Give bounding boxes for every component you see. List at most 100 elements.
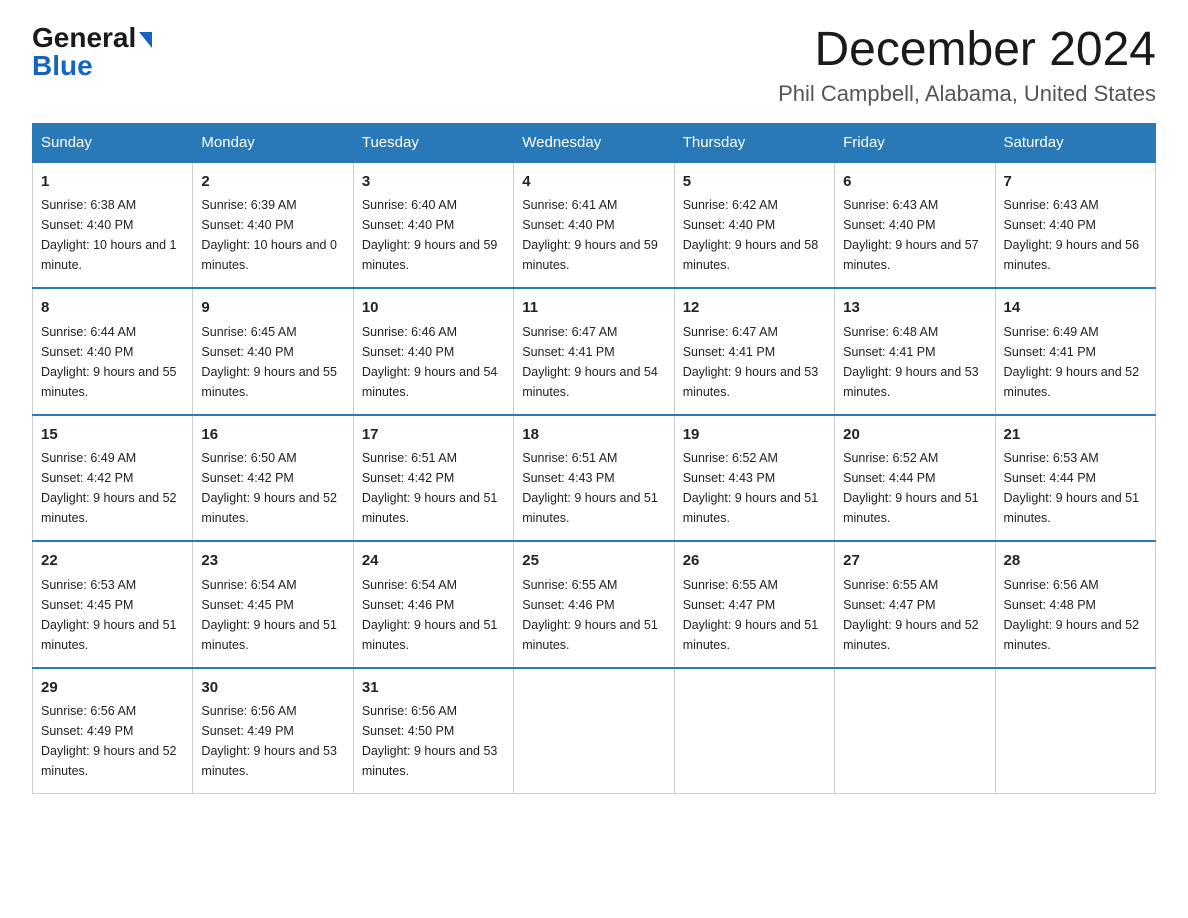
- week-row-5: 29 Sunrise: 6:56 AMSunset: 4:49 PMDaylig…: [33, 668, 1156, 794]
- header-tuesday: Tuesday: [353, 123, 513, 162]
- day-number: 31: [362, 677, 505, 700]
- logo-arrow-icon: [139, 32, 152, 48]
- day-number: 14: [1004, 297, 1147, 320]
- day-number: 4: [522, 171, 665, 194]
- day-info: Sunrise: 6:43 AMSunset: 4:40 PMDaylight:…: [1004, 195, 1147, 275]
- calendar-header-row: Sunday Monday Tuesday Wednesday Thursday…: [33, 123, 1156, 162]
- week-row-2: 8 Sunrise: 6:44 AMSunset: 4:40 PMDayligh…: [33, 288, 1156, 415]
- day-number: 11: [522, 297, 665, 320]
- day-cell: 7 Sunrise: 6:43 AMSunset: 4:40 PMDayligh…: [995, 162, 1155, 289]
- day-cell: 4 Sunrise: 6:41 AMSunset: 4:40 PMDayligh…: [514, 162, 674, 289]
- day-number: 23: [201, 550, 344, 573]
- day-info: Sunrise: 6:55 AMSunset: 4:46 PMDaylight:…: [522, 575, 665, 655]
- day-cell: 23 Sunrise: 6:54 AMSunset: 4:45 PMDaylig…: [193, 541, 353, 668]
- day-info: Sunrise: 6:47 AMSunset: 4:41 PMDaylight:…: [522, 322, 665, 402]
- day-info: Sunrise: 6:45 AMSunset: 4:40 PMDaylight:…: [201, 322, 344, 402]
- day-cell: 19 Sunrise: 6:52 AMSunset: 4:43 PMDaylig…: [674, 415, 834, 542]
- day-info: Sunrise: 6:51 AMSunset: 4:43 PMDaylight:…: [522, 448, 665, 528]
- day-info: Sunrise: 6:56 AMSunset: 4:50 PMDaylight:…: [362, 701, 505, 781]
- day-number: 3: [362, 171, 505, 194]
- day-number: 26: [683, 550, 826, 573]
- day-cell: 24 Sunrise: 6:54 AMSunset: 4:46 PMDaylig…: [353, 541, 513, 668]
- day-info: Sunrise: 6:54 AMSunset: 4:45 PMDaylight:…: [201, 575, 344, 655]
- day-number: 30: [201, 677, 344, 700]
- page-header: General Blue December 2024 Phil Campbell…: [32, 24, 1156, 107]
- day-cell: 20 Sunrise: 6:52 AMSunset: 4:44 PMDaylig…: [835, 415, 995, 542]
- day-info: Sunrise: 6:47 AMSunset: 4:41 PMDaylight:…: [683, 322, 826, 402]
- day-info: Sunrise: 6:40 AMSunset: 4:40 PMDaylight:…: [362, 195, 505, 275]
- day-cell: 26 Sunrise: 6:55 AMSunset: 4:47 PMDaylig…: [674, 541, 834, 668]
- day-info: Sunrise: 6:56 AMSunset: 4:49 PMDaylight:…: [41, 701, 184, 781]
- day-cell: [835, 668, 995, 794]
- day-cell: 9 Sunrise: 6:45 AMSunset: 4:40 PMDayligh…: [193, 288, 353, 415]
- day-cell: 29 Sunrise: 6:56 AMSunset: 4:49 PMDaylig…: [33, 668, 193, 794]
- day-number: 5: [683, 171, 826, 194]
- calendar-table: Sunday Monday Tuesday Wednesday Thursday…: [32, 123, 1156, 795]
- day-info: Sunrise: 6:50 AMSunset: 4:42 PMDaylight:…: [201, 448, 344, 528]
- day-cell: 11 Sunrise: 6:47 AMSunset: 4:41 PMDaylig…: [514, 288, 674, 415]
- day-number: 6: [843, 171, 986, 194]
- day-number: 7: [1004, 171, 1147, 194]
- header-wednesday: Wednesday: [514, 123, 674, 162]
- day-number: 8: [41, 297, 184, 320]
- day-cell: [514, 668, 674, 794]
- day-cell: 21 Sunrise: 6:53 AMSunset: 4:44 PMDaylig…: [995, 415, 1155, 542]
- month-title: December 2024: [778, 24, 1156, 77]
- day-info: Sunrise: 6:49 AMSunset: 4:42 PMDaylight:…: [41, 448, 184, 528]
- day-info: Sunrise: 6:52 AMSunset: 4:44 PMDaylight:…: [843, 448, 986, 528]
- day-cell: 5 Sunrise: 6:42 AMSunset: 4:40 PMDayligh…: [674, 162, 834, 289]
- day-info: Sunrise: 6:56 AMSunset: 4:48 PMDaylight:…: [1004, 575, 1147, 655]
- week-row-3: 15 Sunrise: 6:49 AMSunset: 4:42 PMDaylig…: [33, 415, 1156, 542]
- day-info: Sunrise: 6:46 AMSunset: 4:40 PMDaylight:…: [362, 322, 505, 402]
- day-number: 28: [1004, 550, 1147, 573]
- day-info: Sunrise: 6:51 AMSunset: 4:42 PMDaylight:…: [362, 448, 505, 528]
- day-number: 21: [1004, 424, 1147, 447]
- day-cell: 10 Sunrise: 6:46 AMSunset: 4:40 PMDaylig…: [353, 288, 513, 415]
- day-number: 12: [683, 297, 826, 320]
- day-cell: 8 Sunrise: 6:44 AMSunset: 4:40 PMDayligh…: [33, 288, 193, 415]
- day-info: Sunrise: 6:56 AMSunset: 4:49 PMDaylight:…: [201, 701, 344, 781]
- header-sunday: Sunday: [33, 123, 193, 162]
- day-cell: 16 Sunrise: 6:50 AMSunset: 4:42 PMDaylig…: [193, 415, 353, 542]
- day-number: 13: [843, 297, 986, 320]
- day-info: Sunrise: 6:55 AMSunset: 4:47 PMDaylight:…: [843, 575, 986, 655]
- day-number: 25: [522, 550, 665, 573]
- day-cell: 30 Sunrise: 6:56 AMSunset: 4:49 PMDaylig…: [193, 668, 353, 794]
- day-cell: 13 Sunrise: 6:48 AMSunset: 4:41 PMDaylig…: [835, 288, 995, 415]
- day-info: Sunrise: 6:53 AMSunset: 4:44 PMDaylight:…: [1004, 448, 1147, 528]
- day-info: Sunrise: 6:43 AMSunset: 4:40 PMDaylight:…: [843, 195, 986, 275]
- logo-blue-text: Blue: [32, 52, 93, 80]
- header-thursday: Thursday: [674, 123, 834, 162]
- day-cell: 12 Sunrise: 6:47 AMSunset: 4:41 PMDaylig…: [674, 288, 834, 415]
- day-cell: 6 Sunrise: 6:43 AMSunset: 4:40 PMDayligh…: [835, 162, 995, 289]
- day-cell: 2 Sunrise: 6:39 AMSunset: 4:40 PMDayligh…: [193, 162, 353, 289]
- day-info: Sunrise: 6:42 AMSunset: 4:40 PMDaylight:…: [683, 195, 826, 275]
- day-cell: 25 Sunrise: 6:55 AMSunset: 4:46 PMDaylig…: [514, 541, 674, 668]
- day-cell: 22 Sunrise: 6:53 AMSunset: 4:45 PMDaylig…: [33, 541, 193, 668]
- day-number: 27: [843, 550, 986, 573]
- day-number: 18: [522, 424, 665, 447]
- title-area: December 2024 Phil Campbell, Alabama, Un…: [778, 24, 1156, 107]
- day-info: Sunrise: 6:49 AMSunset: 4:41 PMDaylight:…: [1004, 322, 1147, 402]
- day-number: 22: [41, 550, 184, 573]
- day-number: 24: [362, 550, 505, 573]
- day-cell: 18 Sunrise: 6:51 AMSunset: 4:43 PMDaylig…: [514, 415, 674, 542]
- day-info: Sunrise: 6:44 AMSunset: 4:40 PMDaylight:…: [41, 322, 184, 402]
- day-number: 19: [683, 424, 826, 447]
- day-info: Sunrise: 6:54 AMSunset: 4:46 PMDaylight:…: [362, 575, 505, 655]
- day-info: Sunrise: 6:48 AMSunset: 4:41 PMDaylight:…: [843, 322, 986, 402]
- day-cell: [995, 668, 1155, 794]
- day-number: 1: [41, 171, 184, 194]
- day-number: 29: [41, 677, 184, 700]
- day-number: 15: [41, 424, 184, 447]
- day-number: 16: [201, 424, 344, 447]
- location-title: Phil Campbell, Alabama, United States: [778, 81, 1156, 107]
- logo-general-text: General: [32, 24, 136, 52]
- day-info: Sunrise: 6:39 AMSunset: 4:40 PMDaylight:…: [201, 195, 344, 275]
- day-cell: 31 Sunrise: 6:56 AMSunset: 4:50 PMDaylig…: [353, 668, 513, 794]
- day-info: Sunrise: 6:52 AMSunset: 4:43 PMDaylight:…: [683, 448, 826, 528]
- day-cell: 17 Sunrise: 6:51 AMSunset: 4:42 PMDaylig…: [353, 415, 513, 542]
- day-cell: 3 Sunrise: 6:40 AMSunset: 4:40 PMDayligh…: [353, 162, 513, 289]
- day-cell: 28 Sunrise: 6:56 AMSunset: 4:48 PMDaylig…: [995, 541, 1155, 668]
- day-info: Sunrise: 6:53 AMSunset: 4:45 PMDaylight:…: [41, 575, 184, 655]
